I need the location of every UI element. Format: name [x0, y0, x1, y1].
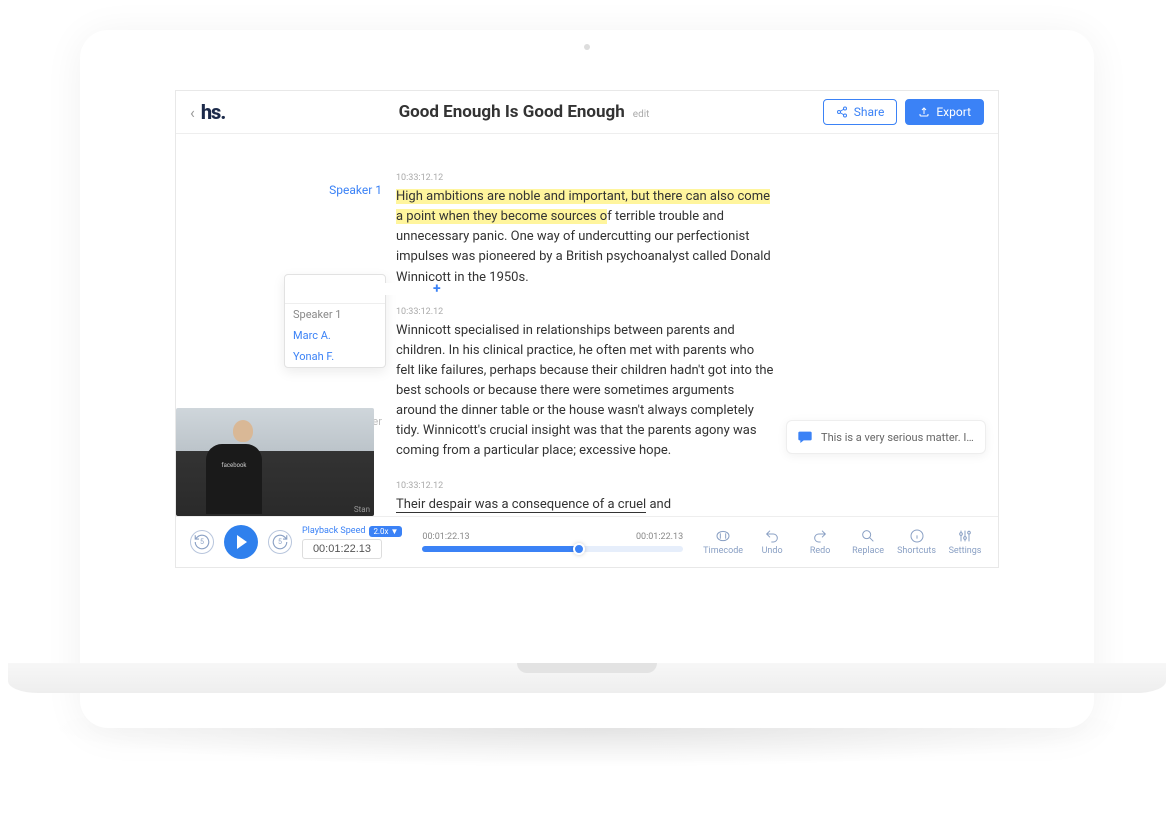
- track-end-time: 00:01:22.13: [636, 532, 683, 542]
- transcript-block[interactable]: 10:33:12.12 High ambitions are noble and…: [396, 172, 776, 288]
- undo-icon: [764, 528, 780, 544]
- timecode: 10:33:12.12: [396, 306, 776, 320]
- undo-button[interactable]: Undo: [753, 528, 791, 556]
- page-title: Good Enough Is Good Enough: [399, 102, 625, 122]
- speed-badge[interactable]: 2.0x ▼: [369, 526, 402, 537]
- replace-button[interactable]: Replace: [849, 528, 887, 556]
- settings-button[interactable]: Settings: [946, 528, 984, 556]
- search-icon: [860, 528, 876, 544]
- video-thumbnail[interactable]: Stan: [176, 408, 374, 516]
- shortcuts-button[interactable]: Shortcuts: [897, 528, 936, 556]
- laptop-camera: [584, 44, 590, 50]
- back-chevron-icon[interactable]: ‹: [190, 103, 195, 122]
- top-bar: ‹ hs. Good Enough Is Good Enough edit Sh…: [176, 91, 998, 134]
- speed-box: Playback Speed 2.0x ▼: [302, 526, 402, 559]
- speaker-option[interactable]: Speaker 1: [285, 304, 385, 325]
- speaker-input-row: +: [285, 275, 385, 304]
- comment-bubble[interactable]: This is a very serious matter. I believe…: [786, 420, 986, 454]
- forward-sec: 5: [278, 538, 282, 546]
- laptop-base: [8, 663, 1166, 723]
- timecode: 10:33:12.12: [396, 172, 776, 186]
- transcript[interactable]: 10:33:12.12 High ambitions are noble and…: [396, 134, 998, 516]
- rewind-sec: 5: [200, 538, 204, 546]
- video-watermark: Stan: [354, 505, 370, 514]
- share-icon: [836, 106, 848, 118]
- progress-fill: [422, 546, 578, 552]
- transcript-text[interactable]: Winnicott specialised in relationships b…: [396, 321, 776, 462]
- track-start-time: 00:01:22.13: [422, 532, 469, 542]
- speaker-label[interactable]: Speaker 1: [329, 183, 382, 197]
- progress-thumb[interactable]: [573, 543, 585, 555]
- player-bar: 5 5 Playback Speed 2.0x ▼ 00:01:22.13 00…: [176, 516, 998, 567]
- laptop-frame: ‹ hs. Good Enough Is Good Enough edit Sh…: [80, 30, 1094, 728]
- rewind-button[interactable]: 5: [190, 530, 214, 554]
- forward-button[interactable]: 5: [268, 530, 292, 554]
- settings-icon: [957, 528, 973, 544]
- speaker-search-input[interactable]: [291, 283, 433, 295]
- underlined-text[interactable]: Their despair was a consequence of a cru…: [396, 497, 646, 513]
- speed-label: Playback Speed: [302, 526, 365, 536]
- redo-button[interactable]: Redo: [801, 528, 839, 556]
- export-button[interactable]: Export: [905, 99, 984, 125]
- play-button[interactable]: [224, 525, 258, 559]
- content-area: Speaker 1 + Speaker 1 Marc A. Yonah F. +…: [176, 134, 998, 516]
- speaker-dropdown: + Speaker 1 Marc A. Yonah F.: [284, 274, 386, 368]
- timecode: 10:33:12.12: [396, 480, 776, 494]
- comment-text: This is a very serious matter. I believe…: [821, 431, 975, 444]
- redo-icon: [812, 528, 828, 544]
- speaker-option[interactable]: Yonah F.: [285, 346, 385, 367]
- progress-track-wrap: 00:01:22.13 00:01:22.13: [412, 532, 693, 552]
- share-label: Share: [854, 105, 885, 119]
- current-time-input[interactable]: [302, 539, 382, 559]
- transcript-text[interactable]: High ambitions are noble and important, …: [396, 187, 776, 288]
- share-button[interactable]: Share: [823, 99, 898, 125]
- progress-track[interactable]: [422, 546, 683, 552]
- left-column: Speaker 1 + Speaker 1 Marc A. Yonah F. +…: [176, 134, 396, 516]
- edit-title-link[interactable]: edit: [633, 109, 650, 120]
- export-label: Export: [936, 105, 971, 119]
- app-window: ‹ hs. Good Enough Is Good Enough edit Sh…: [175, 90, 999, 568]
- export-icon: [918, 106, 930, 118]
- timecode-button[interactable]: Timecode: [703, 528, 743, 556]
- timecode-icon: [715, 528, 731, 544]
- title-wrap: Good Enough Is Good Enough edit: [225, 102, 823, 122]
- comment-icon: [797, 429, 813, 445]
- info-icon: [909, 528, 925, 544]
- transcript-text[interactable]: Their despair was a consequence of a cru…: [396, 495, 776, 517]
- play-icon: [237, 535, 247, 549]
- person-silhouette: [224, 420, 262, 514]
- logo[interactable]: hs.: [201, 100, 225, 124]
- speaker-option[interactable]: Marc A.: [285, 325, 385, 346]
- transcript-block[interactable]: 10:33:12.12 Their despair was a conseque…: [396, 480, 776, 516]
- transcript-block[interactable]: 10:33:12.12 Winnicott specialised in rel…: [396, 306, 776, 462]
- add-speaker-plus-icon[interactable]: +: [433, 281, 441, 297]
